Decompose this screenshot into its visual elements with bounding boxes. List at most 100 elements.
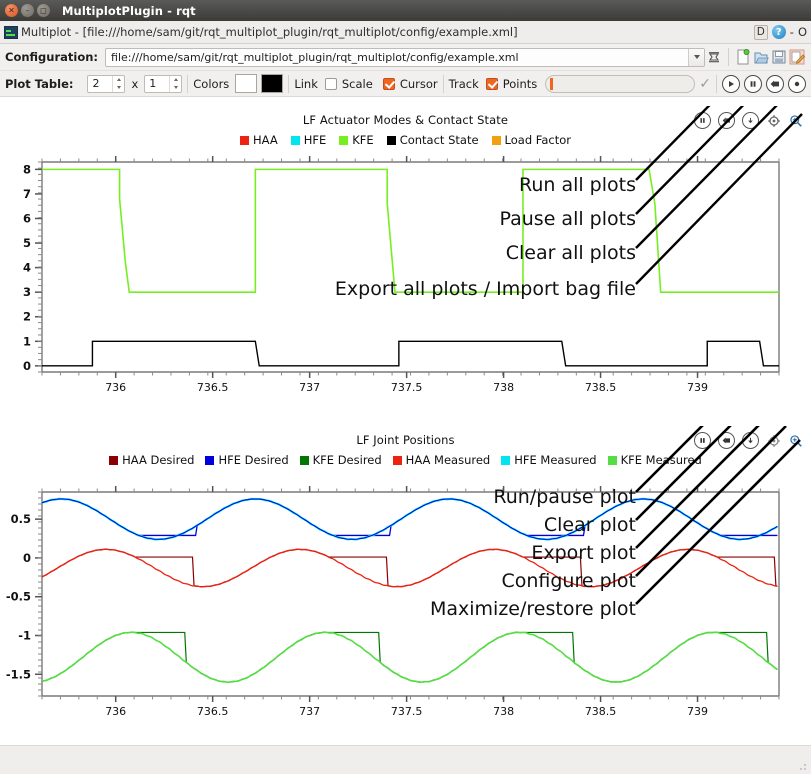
legend-item[interactable]: HAA <box>240 133 278 147</box>
plot-2-svg: 736736.5737737.5738738.57390.50-0.5-1-1.… <box>0 474 811 746</box>
cursor-checkbox[interactable] <box>383 78 395 90</box>
check-icon[interactable]: ✓ <box>699 76 711 92</box>
plot-toolbar <box>694 112 803 129</box>
legend-label: HFE <box>304 133 327 147</box>
plot-title: LF Actuator Modes & Contact State <box>0 106 811 127</box>
configuration-label: Configuration: <box>5 50 98 64</box>
clear-plot-button[interactable] <box>718 432 735 449</box>
points-checkbox[interactable] <box>486 78 498 90</box>
points-label: Points <box>503 77 538 91</box>
plot-cols-stepper-buttons[interactable] <box>169 76 181 92</box>
chevron-down-icon[interactable] <box>688 49 704 66</box>
legend-item[interactable]: Load Factor <box>492 133 571 147</box>
export-all-plots-button[interactable] <box>788 75 806 93</box>
foreground-color-swatch[interactable] <box>261 74 283 93</box>
legend-label: HAA Desired <box>122 453 194 467</box>
resize-grip-icon[interactable] <box>796 760 808 772</box>
clear-all-plots-button[interactable] <box>766 75 784 93</box>
new-file-icon[interactable] <box>734 48 752 66</box>
reload-icon[interactable] <box>705 48 723 66</box>
scale-checkbox[interactable] <box>325 78 337 90</box>
svg-text:739: 739 <box>687 381 708 394</box>
stepper-down-icon[interactable] <box>113 84 124 92</box>
legend-swatch <box>501 456 510 465</box>
legend-item[interactable]: Contact State <box>387 133 479 147</box>
legend-item[interactable]: HFE Measured <box>501 453 596 467</box>
link-label: Link <box>294 77 318 91</box>
plot-cols-stepper[interactable]: 1 <box>144 75 182 93</box>
legend-label: KFE Measured <box>621 453 702 467</box>
svg-text:738: 738 <box>493 705 514 718</box>
configure-plot-button[interactable] <box>766 433 781 448</box>
run-pause-plot-button[interactable] <box>694 112 711 129</box>
legend-label: KFE Desired <box>313 453 382 467</box>
legend-swatch <box>387 136 396 145</box>
stepper-up-icon[interactable] <box>113 76 124 84</box>
save-as-icon[interactable] <box>788 48 806 66</box>
export-plot-button[interactable] <box>742 432 759 449</box>
configuration-combobox[interactable]: file:///home/sam/git/rqt_multiplot_plugi… <box>105 48 705 67</box>
svg-text:736.5: 736.5 <box>197 381 229 394</box>
plot-panel-joint-positions[interactable]: LF Joint Positions HAA Desired HFE Desir… <box>0 426 811 746</box>
svg-text:738: 738 <box>493 381 514 394</box>
legend-item[interactable]: HAA Desired <box>109 453 194 467</box>
dock-key-label[interactable]: D <box>754 25 768 40</box>
svg-text:737.5: 737.5 <box>391 705 423 718</box>
annotation-configure-plot: Configure plot <box>501 570 636 592</box>
legend-item[interactable]: KFE <box>339 133 373 147</box>
plot-cols-value: 1 <box>149 77 169 90</box>
annotation-maximize-plot: Maximize/restore plot <box>430 598 636 620</box>
toolbar-separator <box>288 75 289 93</box>
legend-item[interactable]: HFE Desired <box>205 453 288 467</box>
window-close-button[interactable]: ✕ <box>5 4 18 17</box>
annotation-clear-plot: Clear plot <box>544 514 636 536</box>
pause-all-plots-button[interactable] <box>744 75 762 93</box>
window-minimize-button[interactable]: – <box>21 4 34 17</box>
svg-text:737: 737 <box>299 381 320 394</box>
svg-text:7: 7 <box>23 187 31 201</box>
window-titlebar: ✕ – ◻ MultiplotPlugin - rqt <box>0 0 811 21</box>
legend-swatch <box>240 136 249 145</box>
plot-canvas[interactable]: 736736.5737737.5738738.57390.50-0.5-1-1.… <box>0 474 811 746</box>
cursor-label: Cursor <box>400 77 438 91</box>
toolbar-separator <box>716 75 717 93</box>
stepper-up-icon[interactable] <box>170 76 181 84</box>
svg-text:739: 739 <box>687 705 708 718</box>
legend-item[interactable]: HFE <box>291 133 327 147</box>
svg-text:738.5: 738.5 <box>585 705 617 718</box>
svg-text:4: 4 <box>23 261 31 275</box>
configuration-toolbar: Configuration: file:///home/sam/git/rqt_… <box>0 44 811 71</box>
docbar-o-label[interactable]: O <box>798 25 807 39</box>
plot-rows-stepper-buttons[interactable] <box>112 76 124 92</box>
run-pause-plot-button[interactable] <box>694 432 711 449</box>
svg-text:0: 0 <box>23 359 31 373</box>
legend-item[interactable]: KFE Desired <box>300 453 382 467</box>
help-icon[interactable]: ? <box>772 25 786 39</box>
maximize-plot-button[interactable] <box>788 433 803 448</box>
track-value-input[interactable] <box>545 75 695 93</box>
window-maximize-button[interactable]: ◻ <box>37 4 50 17</box>
open-file-icon[interactable] <box>752 48 770 66</box>
background-color-swatch[interactable] <box>235 74 257 93</box>
annotation-pause-all-plots: Pause all plots <box>500 208 636 230</box>
legend-label: HFE Measured <box>514 453 596 467</box>
legend-swatch <box>339 136 348 145</box>
svg-text:3: 3 <box>23 285 31 299</box>
svg-text:736: 736 <box>105 381 126 394</box>
svg-text:737.5: 737.5 <box>391 381 423 394</box>
clear-plot-button[interactable] <box>718 112 735 129</box>
run-all-plots-button[interactable] <box>722 75 740 93</box>
legend-item[interactable]: HAA Measured <box>393 453 491 467</box>
plot-panel-actuator-modes[interactable]: LF Actuator Modes & Contact State HAA HF… <box>0 106 811 426</box>
svg-text:-1.5: -1.5 <box>6 667 31 681</box>
legend-item[interactable]: KFE Measured <box>608 453 702 467</box>
maximize-plot-button[interactable] <box>788 113 803 128</box>
svg-text:737: 737 <box>299 705 320 718</box>
plot-rows-stepper[interactable]: 2 <box>87 75 125 93</box>
stepper-down-icon[interactable] <box>170 84 181 92</box>
save-icon[interactable] <box>770 48 788 66</box>
configure-plot-button[interactable] <box>766 113 781 128</box>
export-plot-button[interactable] <box>742 112 759 129</box>
svg-text:736: 736 <box>105 705 126 718</box>
legend-label: HFE Desired <box>218 453 288 467</box>
